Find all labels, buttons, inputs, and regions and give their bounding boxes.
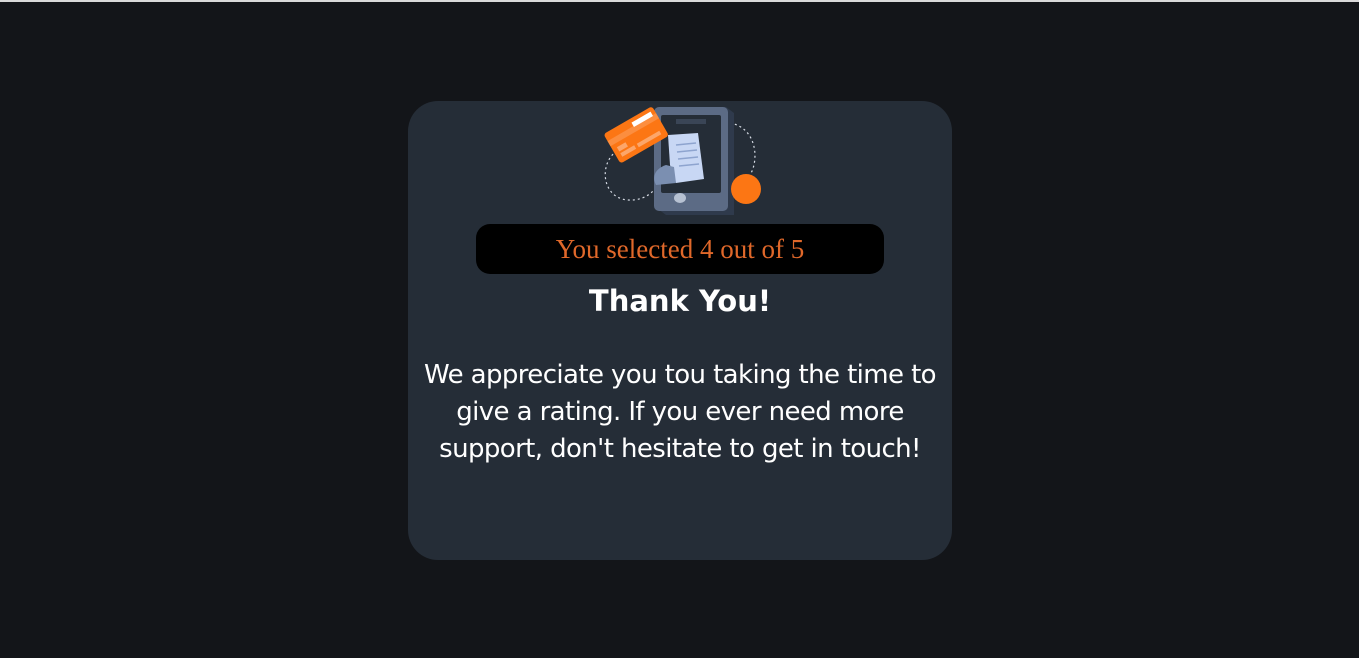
window-top-border xyxy=(0,0,1359,2)
rating-result-badge: You selected 4 out of 5 xyxy=(476,224,884,274)
thank-you-message: We appreciate you tou taking the time to… xyxy=(424,360,937,464)
thank-you-card: You selected 4 out of 5 Thank You! We ap… xyxy=(408,101,952,560)
page-title: Thank You! xyxy=(588,284,772,318)
payment-receipt-phone-icon xyxy=(598,103,768,221)
rating-result-text: You selected 4 out of 5 xyxy=(555,233,805,264)
